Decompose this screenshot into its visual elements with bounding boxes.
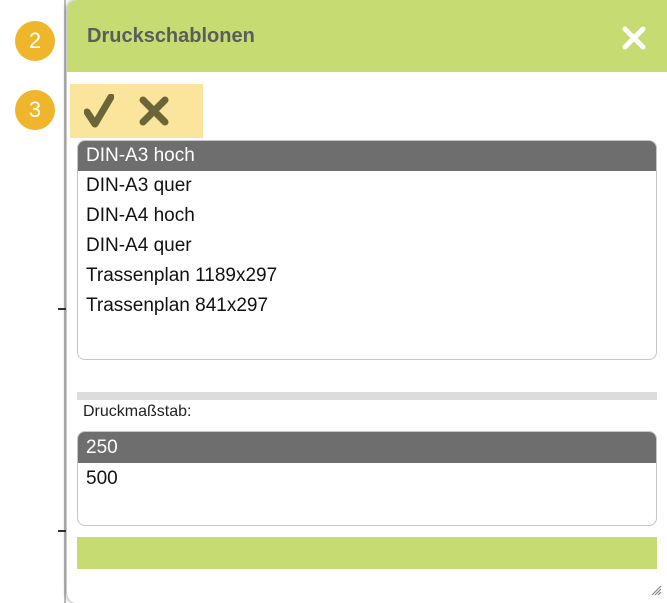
x-icon[interactable] (139, 96, 169, 126)
scale-label: Druckmaßstab: (83, 403, 192, 420)
close-icon[interactable] (620, 24, 648, 52)
list-item[interactable]: DIN-A4 hoch (78, 201, 656, 231)
list-item[interactable]: Trassenplan 841x297 (78, 291, 656, 321)
print-templates-dialog: Druckschablonen DIN-A3 hoch DIN-A3 quer … (67, 0, 667, 603)
section-divider (77, 392, 657, 400)
footer-bar (77, 537, 657, 569)
list-item[interactable]: DIN-A3 quer (78, 171, 656, 201)
map-fragment (64, 0, 66, 603)
dialog-title: Druckschablonen (87, 25, 255, 47)
scale-listbox[interactable]: 250 500 (77, 431, 657, 526)
step-badge: 2 (15, 21, 55, 61)
list-item[interactable]: 250 (78, 432, 656, 463)
list-item[interactable]: DIN-A3 hoch (78, 141, 656, 171)
map-fragment (58, 308, 66, 310)
template-listbox[interactable]: DIN-A3 hoch DIN-A3 quer DIN-A4 hoch DIN-… (77, 140, 657, 360)
resize-grip-icon[interactable] (650, 584, 662, 596)
map-fragment (58, 530, 66, 532)
checkmark-icon[interactable] (84, 94, 114, 128)
dialog-titlebar: Druckschablonen (67, 0, 667, 72)
step-badge: 3 (15, 90, 55, 130)
list-item[interactable]: 500 (78, 463, 656, 494)
list-item[interactable]: Trassenplan 1189x297 (78, 261, 656, 291)
list-item[interactable]: DIN-A4 quer (78, 231, 656, 261)
